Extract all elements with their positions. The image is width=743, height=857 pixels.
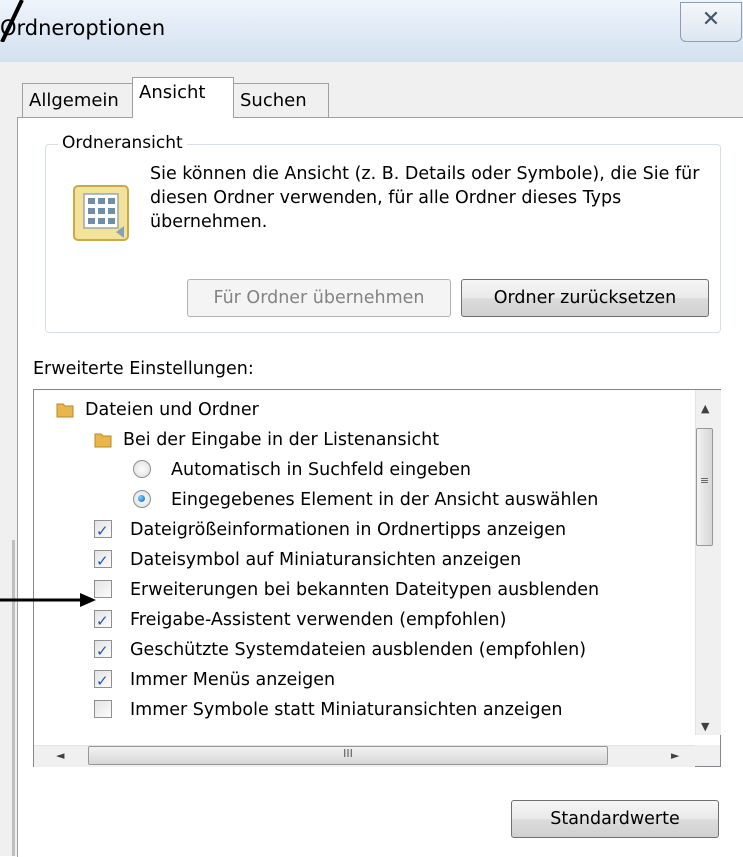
list-item-label: Freigabe-Assistent verwenden (empfohlen) [130,610,507,630]
folder-icon [56,403,74,418]
list-item-label: Bei der Eingabe in der Listenansicht [123,430,440,450]
group-title: Ordneransicht [58,133,187,153]
checkbox[interactable] [94,637,112,665]
title-bar: Ordneroptionen ✕ [0,0,743,62]
tab-label: Suchen [240,90,307,111]
tab-ansicht[interactable]: Ansicht [132,77,234,118]
list-item-label: Dateien und Ordner [85,400,259,420]
tab-label: Ansicht [139,82,206,103]
checkbox[interactable] [94,667,112,695]
folder-icon [94,433,112,448]
list-item-label: Eingegebenes Element in der Ansicht ausw… [171,490,599,510]
apply-to-folders-button[interactable]: Für Ordner übernehmen [187,279,451,317]
folder-view-icon [73,185,129,241]
list-item-label: Automatisch in Suchfeld eingeben [171,460,471,480]
radio-button[interactable] [133,490,151,508]
scrollbar-corner [695,745,720,766]
list-item-label: Dateisymbol auf Miniaturansichten anzeig… [130,550,522,570]
tab-allgemein[interactable]: Allgemein [22,83,133,117]
button-label: Für Ordner übernehmen [213,288,425,308]
grip-icon: III [343,747,353,760]
tab-suchen[interactable]: Suchen [233,83,329,117]
vertical-scroll-thumb[interactable]: ≡ [696,428,713,546]
list-item-label: Immer Menüs anzeigen [130,670,336,690]
grip-icon: ≡ [699,474,710,487]
scroll-up-icon[interactable]: ▲ [701,402,709,415]
close-button[interactable]: ✕ [680,2,742,42]
reset-folders-button[interactable]: Ordner zurücksetzen [461,279,709,317]
scroll-right-icon[interactable]: ► [671,749,679,762]
list-item-label: Erweiterungen bei bekannten Dateitypen a… [130,580,600,600]
scroll-down-icon[interactable]: ▼ [701,720,709,733]
list-item-label: Dateigrößeinformationen in Ordnertipps a… [130,520,567,540]
checkbox[interactable] [94,607,112,635]
scroll-left-icon[interactable]: ◄ [56,749,64,762]
horizontal-scroll-thumb[interactable]: III [88,746,608,765]
list-item-label: Immer Symbole statt Miniaturansichten an… [130,700,563,720]
list-item-label: Geschützte Systemdateien ausblenden (emp… [130,640,587,660]
button-label: Standardwerte [550,809,680,829]
tab-label: Allgemein [29,90,119,111]
defaults-button[interactable]: Standardwerte [511,800,719,838]
button-label: Ordner zurücksetzen [493,288,677,308]
advanced-settings-label: Erweiterte Einstellungen: [33,359,254,379]
window-title: Ordneroptionen [0,16,166,40]
radio-button[interactable] [133,460,151,478]
close-icon: ✕ [701,7,721,32]
checkbox[interactable] [94,517,112,545]
folder-view-description: Sie können die Ansicht (z. B. Details od… [150,164,700,232]
annotation-arrow [0,593,96,607]
checkbox[interactable] [94,700,112,718]
